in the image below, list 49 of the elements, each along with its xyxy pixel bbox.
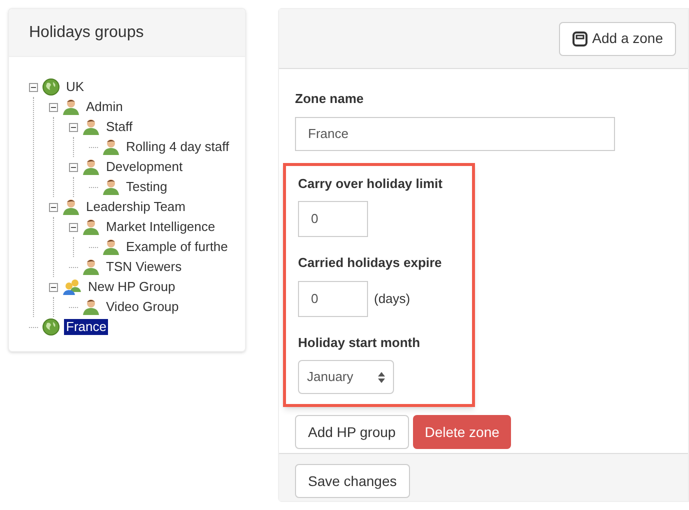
person-icon [82,118,100,136]
tree-item[interactable]: New HP Group [86,279,178,295]
person-icon [62,198,80,216]
person-icon [82,218,100,236]
tree-item[interactable]: Admin [84,99,125,115]
collapse-toggle-icon[interactable] [69,162,78,172]
add-hp-group-button[interactable]: Add HP group [295,415,409,449]
person-icon [82,298,100,316]
field-label: Carried holidays expire [298,254,443,272]
person-icon [82,158,100,176]
panel-title: Holidays groups [29,22,144,42]
tree-item[interactable]: Example of furthe [124,239,230,255]
tree-item[interactable]: TSN Viewers [104,259,184,275]
month-select[interactable]: January [298,360,394,394]
collapse-toggle-icon[interactable] [69,222,78,232]
person-icon [62,98,80,116]
field-label: Holiday start month [298,334,422,352]
person-icon [102,138,120,156]
number-field[interactable]: 0 [298,280,368,316]
collapse-toggle-icon[interactable] [49,282,58,292]
collapse-toggle-icon[interactable] [49,202,58,212]
people-icon [62,278,82,296]
tree-item[interactable]: Market Intelligence [104,219,218,235]
save-changes-button[interactable]: Save changes [295,464,410,498]
collapse-toggle-icon[interactable] [49,102,58,112]
zone-name-field[interactable]: France [295,116,615,150]
tree-item[interactable]: Video Group [104,299,181,315]
collapse-toggle-icon[interactable] [29,82,38,92]
zone-icon [572,30,588,46]
unit-label: (days) [374,290,410,308]
updown-icon [378,372,385,382]
person-icon [102,238,120,256]
tree-item[interactable]: Leadership Team [84,199,188,215]
person-icon [82,258,100,276]
add-zone-button[interactable]: Add a zone [559,22,676,56]
field-label: Carry over holiday limit [298,174,444,193]
person-icon [102,178,120,196]
tree-item[interactable]: Rolling 4 day staff [124,139,232,155]
tree-item[interactable]: Testing [124,179,170,195]
number-field[interactable]: 0 [298,201,368,237]
delete-zone-button[interactable]: Delete zone [412,415,512,449]
tree-item[interactable]: France [64,319,108,335]
tree-item[interactable]: UK [64,79,86,95]
globe-icon [42,318,60,336]
tree-item[interactable]: Development [104,159,185,175]
tree-item[interactable]: Staff [104,119,135,135]
field-label: Zone name [295,90,365,108]
globe-icon [42,78,60,96]
collapse-toggle-icon[interactable] [69,122,78,132]
